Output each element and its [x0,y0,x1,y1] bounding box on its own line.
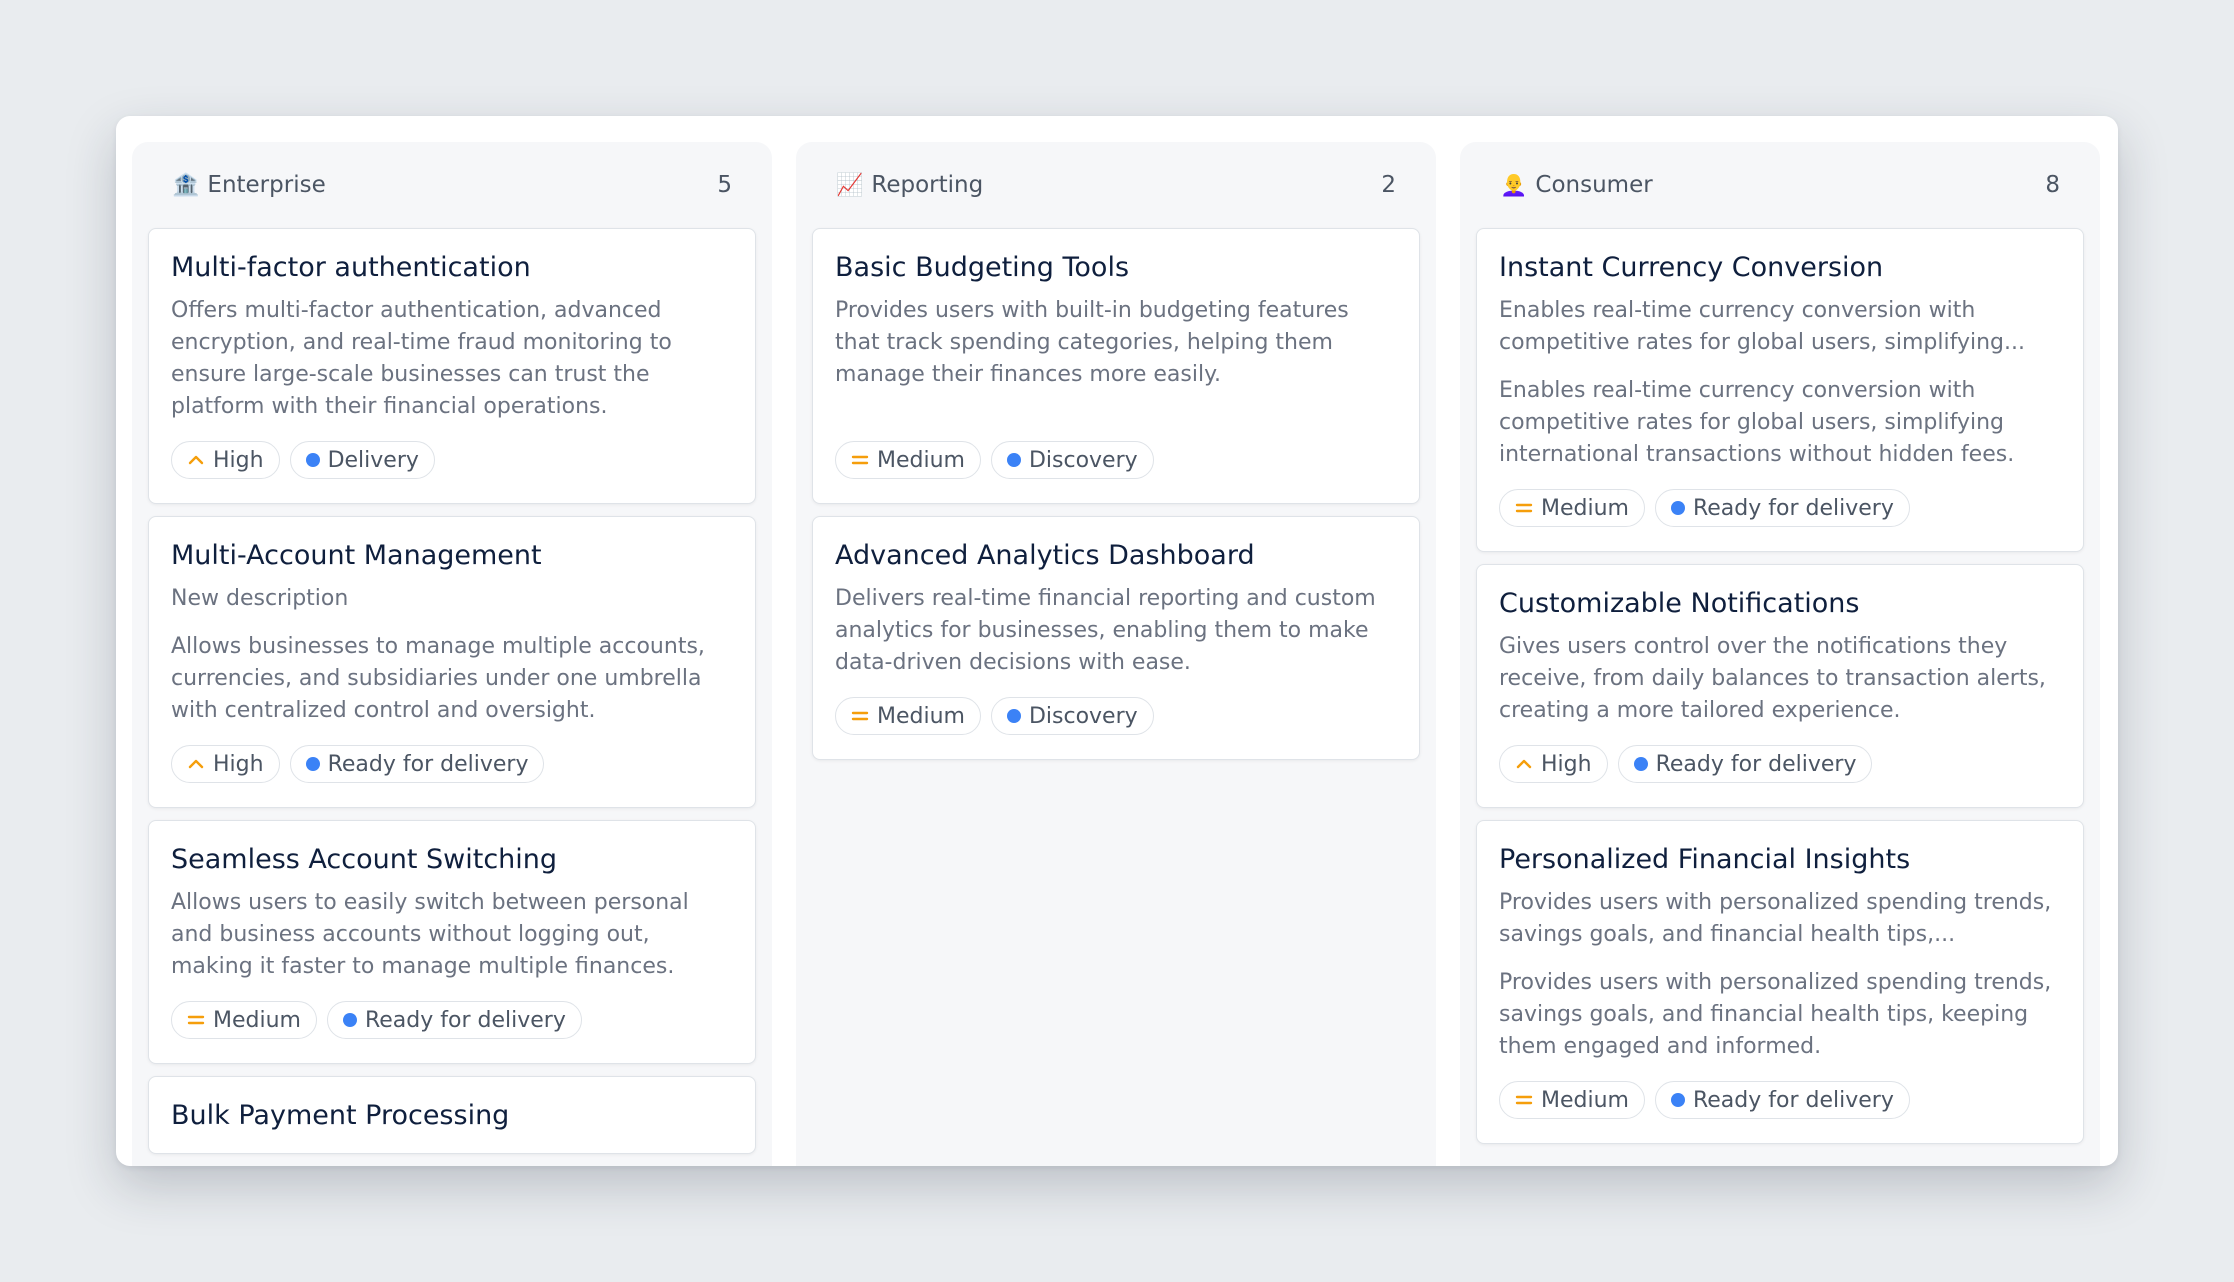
equals-icon [1515,499,1533,517]
card-title: Multi-factor authentication [171,252,531,283]
equals-icon [851,451,869,469]
card-description: Gives users control over the notificatio… [1499,634,2046,723]
card[interactable]: Basic Budgeting Tools Provides users wit… [812,228,1420,504]
chevron-up-icon [187,755,205,773]
column-title: Enterprise [207,172,326,198]
column-reporting: 📈 Reporting 2 Basic Budgeting Tools Prov… [796,142,1436,1166]
card-title: Advanced Analytics Dashboard [835,540,1255,571]
status-dot-icon [1670,1093,1685,1107]
priority-tag[interactable]: Medium [835,697,981,735]
priority-tag[interactable]: Medium [171,1001,317,1039]
column-header: 📈 Reporting 2 [812,142,1420,228]
card[interactable]: Seamless Account Switching Allows users … [148,820,756,1064]
status-dot-icon [1633,757,1648,771]
status-dot-icon [1006,709,1021,723]
equals-icon [851,707,869,725]
priority-label: Medium [1541,495,1629,521]
priority-label: High [213,447,264,473]
card-description: Enables real-time currency conversion wi… [1499,378,2015,467]
card-subtitle: Provides users with personalized spendin… [1499,890,2052,947]
equals-icon [1515,1091,1533,1109]
status-label: Delivery [327,447,419,473]
status-dot-icon [305,757,320,771]
card-subtitle: New description [171,586,349,611]
priority-tag[interactable]: High [171,441,280,479]
kanban-board: 🏦 Enterprise 5 Multi-factor authenticati… [132,142,2102,1166]
status-dot-icon [1670,501,1685,515]
status-tag[interactable]: Discovery [990,441,1154,479]
priority-tag[interactable]: Medium [1499,1081,1645,1119]
status-tag[interactable]: Discovery [990,697,1154,735]
card-title: Instant Currency Conversion [1499,252,1884,283]
status-tag[interactable]: Delivery [289,441,435,479]
card[interactable]: Customizable Notifications Gives users c… [1476,564,2084,808]
card-description: Delivers real-time financial reporting a… [835,586,1376,675]
priority-tag[interactable]: High [171,745,280,783]
card-description: Offers multi-factor authentication, adva… [171,298,672,419]
status-label: Ready for delivery [327,751,529,777]
status-tag[interactable]: Ready for delivery [326,1001,582,1039]
status-label: Discovery [1028,447,1138,473]
status-dot-icon [342,1013,357,1027]
status-label: Discovery [1028,703,1138,729]
card[interactable]: Multi-factor authentication Offers multi… [148,228,756,504]
priority-label: Medium [1541,1087,1629,1113]
chevron-up-icon [187,451,205,469]
status-tag[interactable]: Ready for delivery [1654,489,1910,527]
card[interactable]: Personalized Financial Insights Provides… [1476,820,2084,1144]
bank-icon: 🏦 [172,172,200,198]
priority-label: High [1541,751,1592,777]
card-title: Basic Budgeting Tools [835,252,1130,283]
chevron-up-icon [1515,755,1533,773]
column-header: 🏦 Enterprise 5 [148,142,756,228]
column-title: Consumer [1535,172,1653,198]
column-count: 5 [717,172,732,198]
column-count: 8 [2045,172,2060,198]
status-label: Ready for delivery [1655,751,1857,777]
card[interactable]: Advanced Analytics Dashboard Delivers re… [812,516,1420,760]
status-tag[interactable]: Ready for delivery [1654,1081,1910,1119]
priority-label: Medium [877,447,965,473]
status-label: Ready for delivery [1692,495,1894,521]
card-title: Bulk Payment Processing [171,1100,510,1131]
status-label: Ready for delivery [1692,1087,1894,1113]
card-title: Customizable Notifications [1499,588,1860,619]
status-tag[interactable]: Ready for delivery [289,745,545,783]
column-consumer: 👩‍🦲 Consumer 8 Instant Currency Conversi… [1460,142,2100,1166]
card-title: Multi-Account Management [171,540,542,571]
column-enterprise: 🏦 Enterprise 5 Multi-factor authenticati… [132,142,772,1166]
board-window: 🏦 Enterprise 5 Multi-factor authenticati… [116,116,2118,1166]
card-subtitle: Enables real-time currency conversion wi… [1499,298,2025,355]
priority-tag[interactable]: Medium [835,441,981,479]
priority-label: Medium [213,1007,301,1033]
priority-label: Medium [877,703,965,729]
column-count: 2 [1381,172,1396,198]
chart-icon: 📈 [836,172,864,198]
column-header: 👩‍🦲 Consumer 8 [1476,142,2084,228]
card-description: Allows businesses to manage multiple acc… [171,634,705,723]
card[interactable]: Multi-Account Management New description… [148,516,756,808]
status-dot-icon [305,453,320,467]
priority-tag[interactable]: High [1499,745,1608,783]
card-title: Personalized Financial Insights [1499,844,1911,875]
status-dot-icon [1006,453,1021,467]
priority-label: High [213,751,264,777]
card-description: Provides users with built-in budgeting f… [835,298,1349,387]
card[interactable]: Bulk Payment Processing [148,1076,756,1154]
equals-icon [187,1011,205,1029]
card-description: Provides users with personalized spendin… [1499,970,2052,1059]
status-label: Ready for delivery [364,1007,566,1033]
card-description: Allows users to easily switch between pe… [171,890,689,979]
column-title: Reporting [871,172,984,198]
card[interactable]: Instant Currency Conversion Enables real… [1476,228,2084,552]
status-tag[interactable]: Ready for delivery [1617,745,1873,783]
priority-tag[interactable]: Medium [1499,489,1645,527]
person-icon: 👩‍🦲 [1500,172,1528,198]
card-title: Seamless Account Switching [171,844,558,875]
